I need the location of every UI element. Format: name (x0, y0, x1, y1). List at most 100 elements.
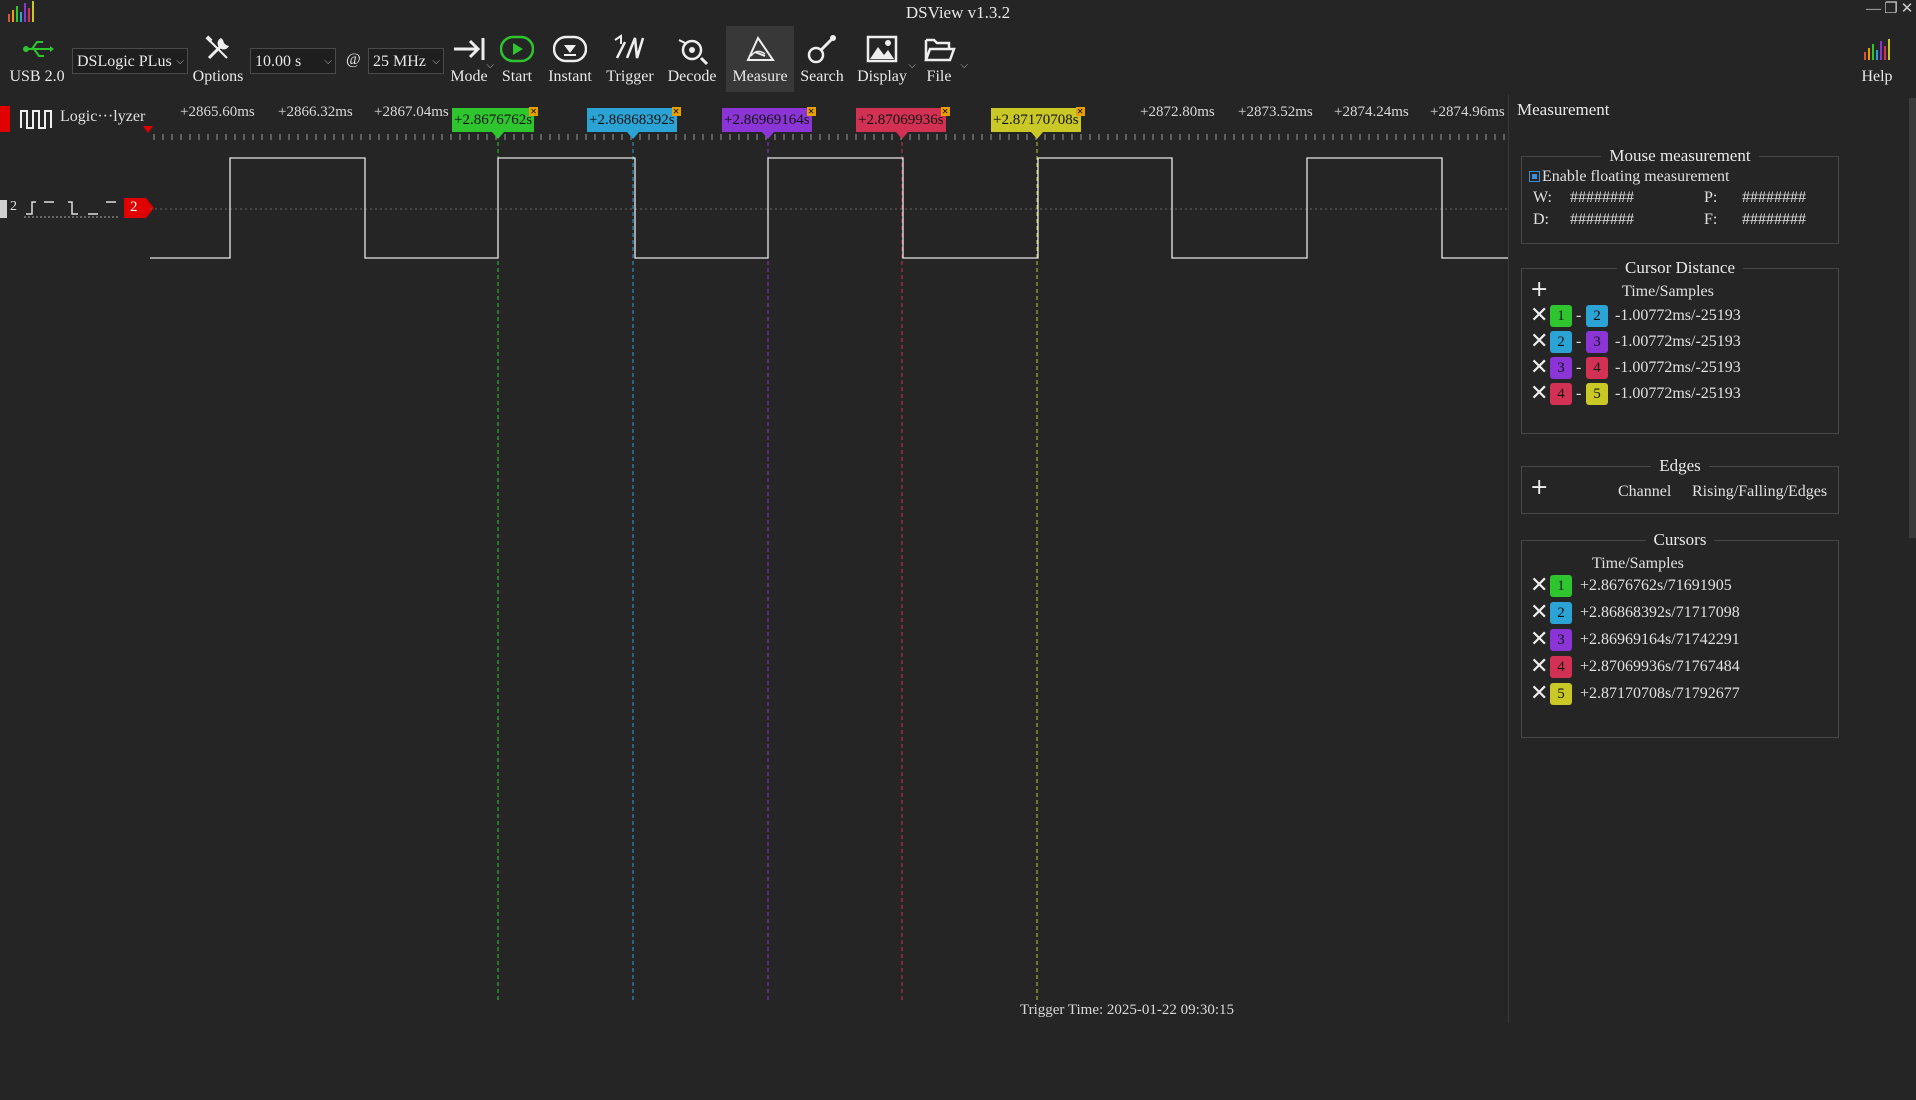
remove-cursor-button[interactable]: ✕ (1530, 656, 1548, 678)
add-distance-button[interactable]: + (1530, 279, 1548, 301)
search-label: Search (800, 68, 844, 85)
trigger-button[interactable]: Trigger (600, 26, 660, 92)
minimize-button[interactable]: — (1866, 0, 1881, 18)
search-button[interactable]: Search (796, 26, 848, 92)
close-icon[interactable]: ✕ (806, 107, 816, 116)
remove-cursor-button[interactable]: ✕ (1530, 575, 1548, 597)
waveform-plot[interactable] (150, 142, 1508, 1000)
chevron-down-icon: ⌵ (960, 60, 968, 71)
cursor-badge: 4 (1550, 383, 1572, 405)
w-value: ######## (1570, 189, 1634, 206)
p-label: P: (1704, 189, 1718, 206)
duration-select[interactable]: 10.00 s ⌵ (250, 48, 336, 74)
distance-header: Time/Samples (1622, 283, 1714, 300)
close-icon[interactable]: ✕ (940, 107, 950, 116)
edges-count-header: Rising/Falling/Edges (1692, 483, 1828, 500)
channel-handle[interactable] (0, 200, 7, 218)
help-logo-icon (1864, 39, 1890, 60)
cursor-badge: 3 (1586, 331, 1608, 353)
channel-index: 2 (10, 199, 17, 214)
group-title: Mouse measurement (1601, 146, 1759, 165)
remove-distance-button[interactable]: ✕ (1530, 383, 1548, 405)
panel-scrollbar[interactable] (1909, 98, 1916, 538)
instant-button[interactable]: Instant (542, 26, 598, 92)
w-label: W: (1533, 189, 1552, 206)
close-icon[interactable]: ✕ (671, 107, 681, 116)
cursor-value[interactable]: +2.87069936s/71767484 (1580, 658, 1740, 676)
trigger-icon (614, 34, 645, 59)
search-icon (807, 35, 836, 64)
file-label: File (926, 68, 952, 85)
arrow-to-bar-icon (454, 38, 485, 60)
remove-cursor-button[interactable]: ✕ (1530, 629, 1548, 651)
options-button[interactable]: Options (190, 26, 246, 92)
remove-distance-button[interactable]: ✕ (1530, 357, 1548, 379)
time-ruler[interactable]: +2865.60ms +2866.32ms +2867.04ms +2872.80ms… (0, 100, 1508, 142)
group-title: Edges (1651, 456, 1709, 475)
duration-value: 10.00 s (255, 53, 302, 70)
cursor-value[interactable]: +2.87170708s/71792677 (1580, 685, 1740, 703)
cursor-badge: 4 (1586, 357, 1608, 379)
close-icon[interactable]: ✕ (1075, 107, 1085, 116)
close-icon[interactable]: ✕ (529, 107, 539, 116)
floating-measurement-label: Enable floating measurement (1542, 168, 1730, 185)
folder-open-icon (924, 38, 956, 62)
cursor-value[interactable]: +2.8676762s/71691905 (1580, 577, 1732, 595)
channel-header: Logic···lyzer 2 2 (0, 100, 154, 1100)
remove-distance-button[interactable]: ✕ (1530, 331, 1548, 353)
help-button[interactable]: Help (1852, 26, 1902, 92)
start-label: Start (501, 68, 533, 85)
cursor-flag[interactable]: +2.86868392s ✕ (587, 107, 681, 132)
add-edge-button[interactable]: + (1530, 477, 1548, 499)
cursor-pointer-icon (762, 132, 774, 139)
help-label: Help (1861, 68, 1893, 85)
restore-button[interactable]: ❐ (1884, 0, 1898, 18)
display-button[interactable]: Display ⌵ (852, 26, 916, 92)
group-title: Cursors (1645, 530, 1715, 549)
cursor-flag[interactable]: +2.87170708s ✕ (991, 107, 1085, 132)
remove-cursor-button[interactable]: ✕ (1530, 683, 1548, 705)
floating-measurement-checkbox[interactable] (1529, 171, 1540, 182)
cursor-value[interactable]: +2.86969164s/71742291 (1580, 631, 1740, 649)
options-label: Options (192, 68, 244, 85)
start-button[interactable]: Start (494, 26, 540, 92)
samplerate-select[interactable]: 25 MHz ⌵ (368, 48, 444, 74)
f-label: F: (1704, 211, 1718, 228)
d-label: D: (1533, 211, 1549, 228)
distance-dash: - (1576, 307, 1582, 324)
trigger-label: Trigger (606, 68, 654, 85)
trigger-type-icons[interactable] (24, 198, 122, 218)
device-select[interactable]: DSLogic PLus ⌵ (72, 48, 188, 74)
close-button[interactable]: ✕ (1900, 0, 1914, 18)
ruler-tick-label: +2874.24ms (1334, 104, 1409, 120)
f-value: ######## (1742, 211, 1806, 228)
cursor-flag[interactable]: +2.86969164s ✕ (722, 107, 816, 132)
distance-dash: - (1576, 385, 1582, 402)
file-button[interactable]: File ⌵ (918, 26, 968, 92)
distance-dash: - (1576, 359, 1582, 376)
cursors-header: Time/Samples (1592, 555, 1684, 572)
cursor-badge: 2 (1550, 602, 1572, 624)
title-bar: DSView v1.3.2 — ❐ ✕ (0, 0, 1916, 26)
cursor-lines (497, 142, 1038, 1000)
panel-title: Measurement (1517, 100, 1610, 119)
remove-distance-button[interactable]: ✕ (1530, 305, 1548, 327)
cursor-badge: 3 (1550, 629, 1572, 651)
distance-value: -1.00772ms/-25193 (1615, 307, 1741, 324)
chevron-down-icon: ⌵ (324, 56, 332, 67)
cursor-value[interactable]: +2.86868392s/71717098 (1580, 604, 1740, 622)
remove-cursor-button[interactable]: ✕ (1530, 602, 1548, 624)
cursor-flag[interactable]: +2.8676762s ✕ (452, 107, 539, 132)
decode-button[interactable]: Decode (662, 26, 722, 92)
edges-channel-header: Channel (1618, 483, 1672, 500)
channel-tag[interactable]: 2 (124, 198, 154, 218)
cursor-badge: 2 (1586, 305, 1608, 327)
measurement-panel: Measurement Mouse measurement Enable flo… (1508, 94, 1916, 1023)
measure-button[interactable]: Measure (726, 26, 794, 92)
ruler-tick-label: +2874.96ms (1430, 104, 1505, 120)
mode-button[interactable]: Mode ⌵ (446, 26, 494, 92)
channel-tag-label: 2 (130, 199, 138, 215)
device-value: DSLogic PLus (77, 53, 172, 70)
cursor-pointer-icon (896, 132, 908, 139)
cursor-flag[interactable]: +2.87069936s ✕ (856, 107, 950, 132)
